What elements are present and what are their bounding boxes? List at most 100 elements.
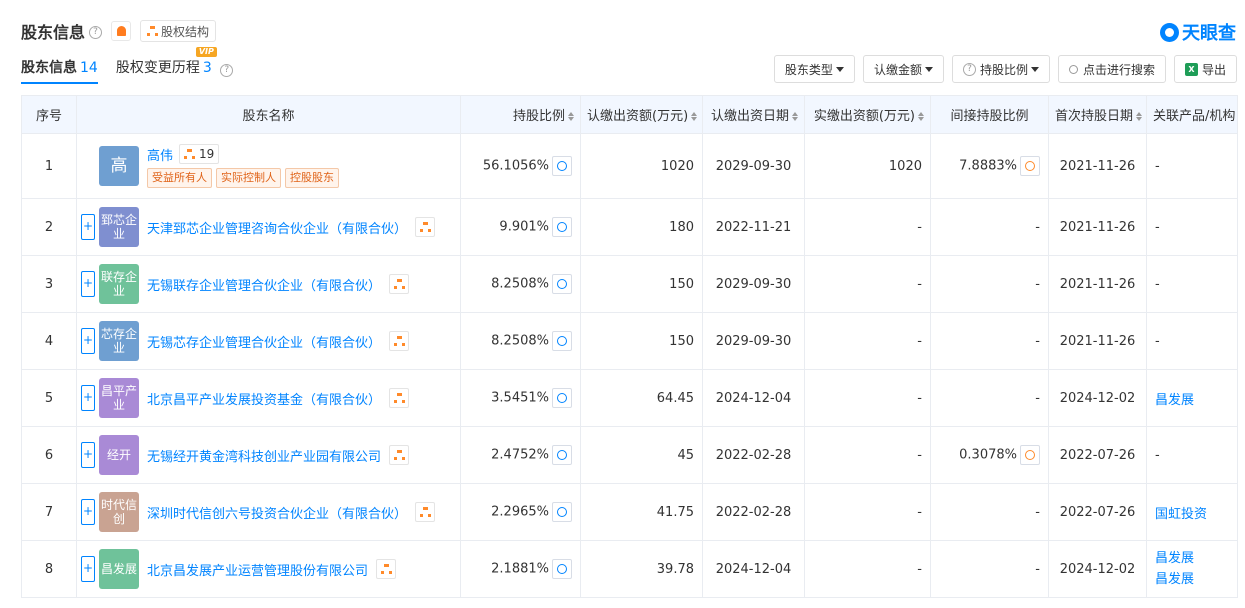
tree-icon [147,26,158,36]
cell-subscribed-date: 2024-12-04 [703,370,805,427]
bell-icon[interactable] [111,21,131,41]
table-row: 4 + 芯存企业 无锡芯存企业管理合伙企业（有限合伙） 8.2508% 150 … [22,313,1238,370]
cell-subscribed-date: 2024-12-04 [703,541,805,598]
equity-structure-icon[interactable] [389,388,409,408]
ratio-chart-icon[interactable] [552,502,572,522]
col-indirect: 间接持股比例 [931,96,1049,134]
cell-subscribed: 64.45 [581,370,703,427]
cell-subscribed-date: 2022-11-21 [703,199,805,256]
cell-indirect: - [931,199,1049,256]
avatar: 芯存企业 [99,321,139,361]
cell-subscribed: 45 [581,427,703,484]
caret-down-icon [1031,67,1039,72]
sort-icon [1136,112,1142,121]
ratio-chart-icon[interactable] [552,217,572,237]
related-link[interactable]: 昌发展 [1155,569,1229,590]
tab-label: 股权变更历程 [116,60,200,76]
related-link[interactable]: 昌发展 [1155,548,1229,569]
col-label: 首次持股日期 [1055,109,1133,124]
expand-button[interactable]: + [81,556,95,582]
cell-subscribed-date: 2029-09-30 [703,256,805,313]
subscribed-amount-filter[interactable]: 认缴金额 [863,55,944,83]
cell-first-date: 2022-07-26 [1049,427,1147,484]
tab-equity-change-history[interactable]: VIP 股权变更历程3 ? [116,58,233,84]
cell-name: + 郅芯企业 天津郅芯企业管理咨询合伙企业（有限合伙） [77,199,461,256]
indirect-ratio: - [1035,334,1040,349]
tab-count: 3 [203,60,212,76]
table-row: 2 + 郅芯企业 天津郅芯企业管理咨询合伙企业（有限合伙） 9.901% 180… [22,199,1238,256]
shareholder-name-link[interactable]: 天津郅芯企业管理咨询合伙企业（有限合伙） [147,218,407,237]
shareholder-name-link[interactable]: 无锡联存企业管理合伙企业（有限合伙） [147,275,381,294]
col-paid[interactable]: 实缴出资额(万元) [805,96,931,134]
shareholder-name-link[interactable]: 无锡经开黄金湾科技创业产业园有限公司 [147,446,381,465]
search-placeholder: 点击进行搜索 [1083,61,1155,78]
cell-first-date: 2022-07-26 [1049,484,1147,541]
cell-first-date: 2021-11-26 [1049,313,1147,370]
cell-subscribed-date: 2022-02-28 [703,427,805,484]
shareholder-type-filter[interactable]: 股东类型 [774,55,855,83]
tianyancha-logo[interactable]: 天眼查 [1160,19,1236,45]
cell-related: 昌发展昌发展 [1147,541,1238,598]
export-button[interactable]: X导出 [1174,55,1237,83]
cell-paid: - [805,370,931,427]
ratio-value: 8.2508% [491,334,549,349]
shareholder-name-link[interactable]: 北京昌平产业发展投资基金（有限合伙） [147,389,381,408]
shareholder-name-link[interactable]: 深圳时代信创六号投资合伙企业（有限合伙） [147,503,407,522]
indirect-ratio: - [1035,562,1040,577]
cell-name: 高 高伟 19 受益所有人实际控制人控股股东 [77,134,461,199]
shareholder-name-link[interactable]: 无锡芯存企业管理合伙企业（有限合伙） [147,332,381,351]
logo-text: 天眼查 [1182,19,1236,45]
relations-count-button[interactable]: 19 [179,144,219,164]
col-ratio[interactable]: 持股比例 [461,96,581,134]
related-link[interactable]: 国虹投资 [1155,507,1207,522]
help-icon[interactable]: ? [220,64,233,77]
cell-ratio: 2.4752% [461,427,581,484]
expand-button[interactable]: + [81,442,95,468]
ratio-value: 56.1056% [483,159,549,174]
penetration-icon[interactable] [1020,445,1040,465]
equity-structure-icon[interactable] [389,331,409,351]
cell-paid: - [805,484,931,541]
caret-down-icon [925,67,933,72]
ratio-value: 8.2508% [491,277,549,292]
equity-structure-label: 股权结构 [161,23,209,40]
ratio-chart-icon[interactable] [552,559,572,579]
cell-subscribed-date: 2029-09-30 [703,134,805,199]
shareholder-name-link[interactable]: 北京昌发展产业运营管理股份有限公司 [147,560,368,579]
col-subscribed[interactable]: 认缴出资额(万元) [581,96,703,134]
shareholder-name-link[interactable]: 高伟 [147,145,173,164]
vip-badge: VIP [196,47,217,57]
col-first-date[interactable]: 首次持股日期 [1049,96,1147,134]
equity-structure-icon[interactable] [415,502,435,522]
ratio-value: 9.901% [499,220,549,235]
holding-ratio-filter[interactable]: ?持股比例 [952,55,1050,83]
expand-button[interactable]: + [81,499,95,525]
col-label: 认缴出资额(万元) [587,109,688,124]
col-subscribed-date[interactable]: 认缴出资日期 [703,96,805,134]
ratio-chart-icon[interactable] [552,274,572,294]
expand-button[interactable]: + [81,328,95,354]
search-input[interactable]: 点击进行搜索 [1058,55,1166,83]
cell-subscribed: 1020 [581,134,703,199]
equity-structure-icon[interactable] [415,217,435,237]
equity-structure-icon[interactable] [389,274,409,294]
expand-button[interactable]: + [81,214,95,240]
equity-structure-icon[interactable] [389,445,409,465]
cell-first-date: 2021-11-26 [1049,199,1147,256]
help-icon[interactable]: ? [89,26,102,39]
expand-button[interactable]: + [81,271,95,297]
equity-structure-button[interactable]: 股权结构 [140,20,216,42]
ratio-chart-icon[interactable] [552,445,572,465]
filter-label: 股东类型 [785,61,833,78]
tab-shareholder-info[interactable]: 股东信息14 [21,58,98,84]
ratio-chart-icon[interactable] [552,331,572,351]
ratio-chart-icon[interactable] [552,156,572,176]
cell-name: + 昌发展 北京昌发展产业运营管理股份有限公司 [77,541,461,598]
expand-button[interactable]: + [81,385,95,411]
penetration-icon[interactable] [1020,156,1040,176]
ratio-value: 2.4752% [491,448,549,463]
equity-structure-icon[interactable] [376,559,396,579]
relations-count: 19 [199,147,214,161]
ratio-chart-icon[interactable] [552,388,572,408]
related-link[interactable]: 昌发展 [1155,393,1194,408]
